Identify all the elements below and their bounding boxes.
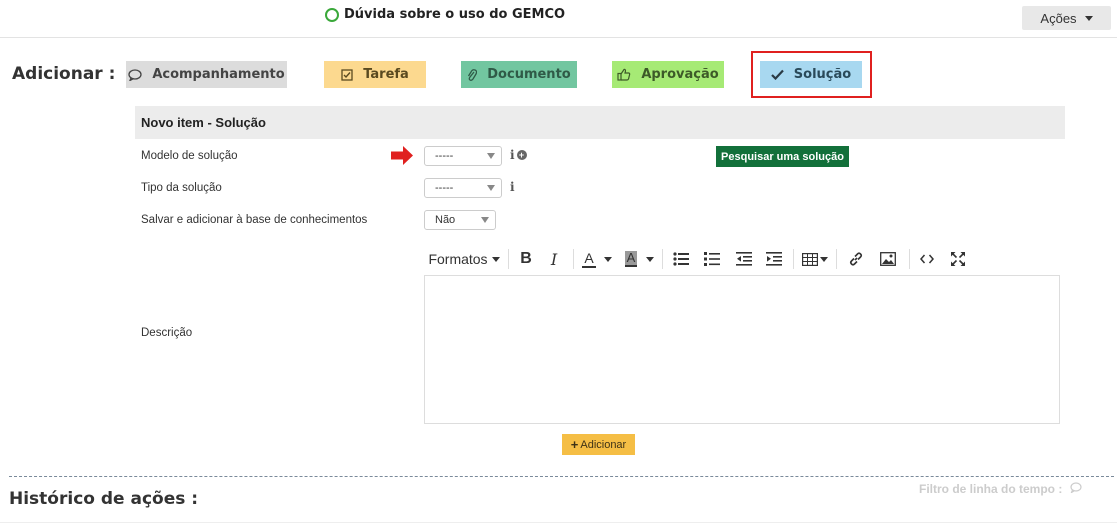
paperclip-icon: [468, 68, 478, 81]
actions-label: Ações: [1040, 10, 1077, 26]
toolbar-separator: [793, 249, 794, 269]
image-icon: [880, 252, 896, 266]
italic-icon: I: [550, 249, 558, 269]
text-color-bar: [582, 265, 596, 268]
table-icon: [802, 252, 818, 266]
add-template-icon[interactable]: +: [516, 150, 527, 160]
source-code-button[interactable]: [914, 244, 940, 274]
add-document-button[interactable]: Documento: [461, 61, 577, 88]
link-icon: [849, 252, 863, 266]
add-label: Adicionar :: [12, 64, 116, 84]
bullet-list-icon: [673, 252, 689, 266]
history-title: Histórico de ações :: [9, 489, 199, 509]
top-divider: [0, 37, 1117, 38]
solution-template-select[interactable]: -----: [424, 146, 502, 166]
ticket-title: Dúvida sobre o uso do GEMCO: [325, 7, 565, 22]
submit-add-button[interactable]: + Adicionar: [562, 434, 635, 455]
timeline-filter-label: Filtro de linha do tempo :: [919, 482, 1082, 496]
caret-down-icon: [604, 256, 612, 262]
info-icon[interactable]: i: [510, 180, 515, 194]
outdent-icon: [736, 252, 752, 266]
toolbar-separator: [836, 249, 837, 269]
fullscreen-button[interactable]: [940, 244, 976, 274]
save-knowledge-base-value: Não: [435, 214, 456, 226]
text-color-icon: A: [584, 249, 594, 266]
solution-type-label: Tipo da solução: [141, 182, 222, 194]
formats-dropdown[interactable]: Formatos: [424, 244, 504, 274]
add-followup-button[interactable]: Acompanhamento: [126, 61, 287, 88]
editor-toolbar: Formatos B I A A: [424, 244, 1060, 274]
red-arrow-icon: [391, 146, 413, 165]
code-icon: [920, 254, 934, 264]
template-info-group: i +: [510, 148, 527, 162]
caret-down-icon: [820, 256, 828, 262]
select-caret-icon: [487, 185, 495, 191]
solution-type-select[interactable]: -----: [424, 178, 502, 198]
add-followup-label: Acompanhamento: [152, 67, 285, 82]
table-button[interactable]: [798, 244, 832, 274]
select-caret-icon: [487, 153, 495, 159]
outdent-button[interactable]: [729, 244, 759, 274]
solution-template-label: Modelo de solução: [141, 150, 238, 162]
search-solution-button[interactable]: Pesquisar uma solução: [716, 146, 849, 167]
fullscreen-icon: [951, 252, 965, 266]
toolbar-separator: [909, 249, 910, 269]
description-editor[interactable]: [424, 275, 1060, 424]
comment-filter-icon[interactable]: [1069, 482, 1082, 494]
toolbar-separator: [508, 249, 509, 269]
select-caret-icon: [481, 217, 489, 223]
thumbs-up-icon: [617, 68, 631, 81]
numbered-list-button[interactable]: [695, 244, 729, 274]
background-color-dropdown[interactable]: [642, 244, 658, 274]
background-color-icon: A: [624, 250, 638, 267]
timeline-filter-text: Filtro de linha do tempo :: [919, 482, 1063, 496]
solution-template-value: -----: [435, 150, 454, 162]
save-knowledge-base-label: Salvar e adicionar à base de conheciment…: [141, 214, 368, 226]
toolbar-separator: [573, 249, 574, 269]
add-approval-label: Aprovação: [641, 67, 719, 82]
bold-button[interactable]: B: [513, 244, 539, 274]
formats-label: Formatos: [428, 251, 488, 267]
bold-icon: B: [520, 250, 532, 267]
caret-down-icon: [1084, 15, 1093, 21]
add-task-label: Tarefa: [363, 67, 409, 82]
add-document-label: Documento: [487, 67, 571, 82]
info-icon[interactable]: i: [510, 148, 515, 162]
bullet-list-button[interactable]: [667, 244, 695, 274]
caret-down-icon: [646, 256, 654, 262]
status-circle-icon: [325, 7, 339, 22]
history-divider: [9, 476, 1114, 477]
submit-add-label: Adicionar: [580, 438, 627, 451]
background-color-button[interactable]: A: [620, 244, 642, 274]
solution-type-value: -----: [435, 182, 454, 194]
italic-button[interactable]: I: [539, 244, 569, 274]
ticket-title-text: Dúvida sobre o uso do GEMCO: [344, 7, 566, 22]
add-task-button[interactable]: Tarefa: [324, 61, 426, 88]
solution-highlight-box: [751, 51, 872, 98]
bottom-divider: [0, 522, 1117, 523]
add-approval-button[interactable]: Aprovação: [612, 61, 724, 88]
link-button[interactable]: [841, 244, 871, 274]
indent-button[interactable]: [759, 244, 789, 274]
save-knowledge-base-select[interactable]: Não: [424, 210, 496, 230]
toolbar-separator: [662, 249, 663, 269]
caret-down-icon: [491, 256, 500, 262]
text-color-button[interactable]: A: [578, 244, 600, 274]
text-color-dropdown[interactable]: [600, 244, 616, 274]
comment-icon: [128, 68, 142, 81]
actions-dropdown-button[interactable]: Ações: [1022, 6, 1111, 30]
numbered-list-icon: [704, 252, 720, 266]
indent-icon: [766, 252, 782, 266]
plus-icon: +: [570, 437, 579, 452]
form-header: Novo item - Solução: [135, 106, 1065, 139]
image-button[interactable]: [871, 244, 905, 274]
description-label: Descrição: [141, 327, 193, 339]
checkbox-icon: [341, 68, 353, 81]
